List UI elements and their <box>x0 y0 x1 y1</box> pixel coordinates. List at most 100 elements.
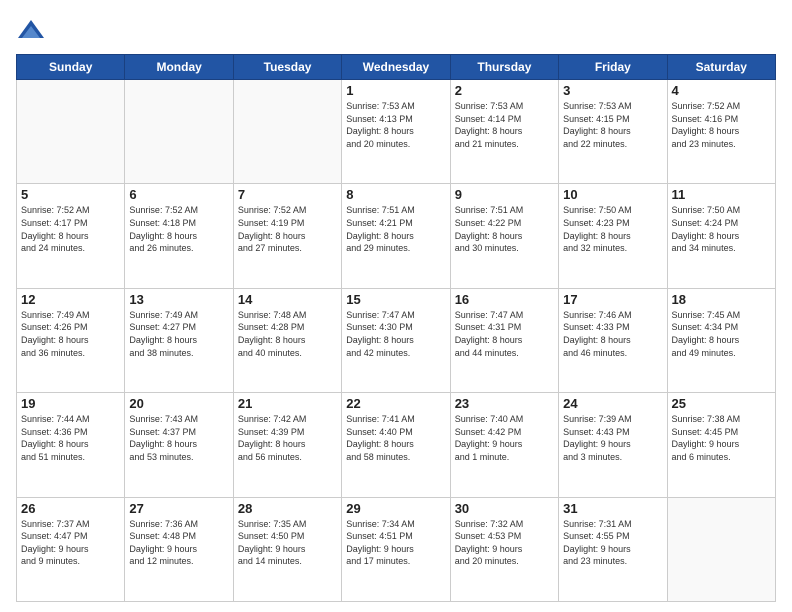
day-number: 17 <box>563 292 662 307</box>
calendar-cell: 27 Sunrise: 7:36 AM Sunset: 4:48 PM Dayli… <box>125 497 233 601</box>
day-number: 14 <box>238 292 337 307</box>
calendar-cell: 18Sunrise: 7:45 AM Sunset: 4:34 PM Dayli… <box>667 288 775 392</box>
calendar-cell: 21 Sunrise: 7:42 AM Sunset: 4:39 PM Dayli… <box>233 393 341 497</box>
day-number: 6 <box>129 187 228 202</box>
day-number: 22 <box>346 396 445 411</box>
calendar-cell <box>17 80 125 184</box>
day-number: 13 <box>129 292 228 307</box>
calendar-cell: 31 Sunrise: 7:31 AM Sunset: 4:55 PM Dayli… <box>559 497 667 601</box>
calendar-cell: 19 Sunrise: 7:44 AM Sunset: 4:36 PM Dayli… <box>17 393 125 497</box>
day-info: Sunrise: 7:51 AM Sunset: 4:22 PM Dayligh… <box>455 204 554 254</box>
day-info: Sunrise: 7:52 AM Sunset: 4:17 PM Dayligh… <box>21 204 120 254</box>
calendar-cell: 15 Sunrise: 7:47 AM Sunset: 4:30 PM Dayli… <box>342 288 450 392</box>
day-info: Sunrise: 7:53 AM Sunset: 4:15 PM Dayligh… <box>563 100 662 150</box>
day-number: 27 <box>129 501 228 516</box>
calendar-cell: 22Sunrise: 7:41 AM Sunset: 4:40 PM Dayli… <box>342 393 450 497</box>
day-info: Sunrise: 7:47 AM Sunset: 4:31 PM Dayligh… <box>455 309 554 359</box>
day-info: Sunrise: 7:52 AM Sunset: 4:19 PM Dayligh… <box>238 204 337 254</box>
day-number: 2 <box>455 83 554 98</box>
day-info: Sunrise: 7:53 AM Sunset: 4:14 PM Dayligh… <box>455 100 554 150</box>
calendar-cell: 16 Sunrise: 7:47 AM Sunset: 4:31 PM Dayli… <box>450 288 558 392</box>
calendar-week-row: 12 Sunrise: 7:49 AM Sunset: 4:26 PM Dayli… <box>17 288 776 392</box>
day-info: Sunrise: 7:31 AM Sunset: 4:55 PM Dayligh… <box>563 518 662 568</box>
day-number: 31 <box>563 501 662 516</box>
day-number: 16 <box>455 292 554 307</box>
page: SundayMondayTuesdayWednesdayThursdayFrid… <box>0 0 792 612</box>
weekday-header: Wednesday <box>342 55 450 80</box>
day-info: Sunrise: 7:36 AM Sunset: 4:48 PM Dayligh… <box>129 518 228 568</box>
day-number: 7 <box>238 187 337 202</box>
calendar-cell: 25 Sunrise: 7:38 AM Sunset: 4:45 PM Dayli… <box>667 393 775 497</box>
calendar-cell: 23 Sunrise: 7:40 AM Sunset: 4:42 PM Dayli… <box>450 393 558 497</box>
day-number: 29 <box>346 501 445 516</box>
day-number: 28 <box>238 501 337 516</box>
calendar-cell: 28 Sunrise: 7:35 AM Sunset: 4:50 PM Dayli… <box>233 497 341 601</box>
weekday-header: Saturday <box>667 55 775 80</box>
day-number: 1 <box>346 83 445 98</box>
calendar-cell: 12 Sunrise: 7:49 AM Sunset: 4:26 PM Dayli… <box>17 288 125 392</box>
day-number: 20 <box>129 396 228 411</box>
day-info: Sunrise: 7:42 AM Sunset: 4:39 PM Dayligh… <box>238 413 337 463</box>
calendar-cell: 30Sunrise: 7:32 AM Sunset: 4:53 PM Dayli… <box>450 497 558 601</box>
day-number: 15 <box>346 292 445 307</box>
day-info: Sunrise: 7:39 AM Sunset: 4:43 PM Dayligh… <box>563 413 662 463</box>
day-number: 9 <box>455 187 554 202</box>
calendar-cell: 4Sunrise: 7:52 AM Sunset: 4:16 PM Daylig… <box>667 80 775 184</box>
day-info: Sunrise: 7:53 AM Sunset: 4:13 PM Dayligh… <box>346 100 445 150</box>
day-info: Sunrise: 7:43 AM Sunset: 4:37 PM Dayligh… <box>129 413 228 463</box>
calendar-cell: 17 Sunrise: 7:46 AM Sunset: 4:33 PM Dayli… <box>559 288 667 392</box>
day-number: 25 <box>672 396 771 411</box>
weekday-header: Friday <box>559 55 667 80</box>
calendar-cell: 14 Sunrise: 7:48 AM Sunset: 4:28 PM Dayli… <box>233 288 341 392</box>
day-info: Sunrise: 7:44 AM Sunset: 4:36 PM Dayligh… <box>21 413 120 463</box>
calendar-cell: 9 Sunrise: 7:51 AM Sunset: 4:22 PM Daylig… <box>450 184 558 288</box>
day-number: 11 <box>672 187 771 202</box>
calendar-cell <box>233 80 341 184</box>
weekday-header: Tuesday <box>233 55 341 80</box>
day-info: Sunrise: 7:51 AM Sunset: 4:21 PM Dayligh… <box>346 204 445 254</box>
weekday-header: Monday <box>125 55 233 80</box>
day-info: Sunrise: 7:46 AM Sunset: 4:33 PM Dayligh… <box>563 309 662 359</box>
day-number: 19 <box>21 396 120 411</box>
calendar-cell: 29 Sunrise: 7:34 AM Sunset: 4:51 PM Dayli… <box>342 497 450 601</box>
day-number: 4 <box>672 83 771 98</box>
calendar-cell: 1 Sunrise: 7:53 AM Sunset: 4:13 PM Daylig… <box>342 80 450 184</box>
day-number: 12 <box>21 292 120 307</box>
calendar-cell: 11Sunrise: 7:50 AM Sunset: 4:24 PM Dayli… <box>667 184 775 288</box>
day-info: Sunrise: 7:52 AM Sunset: 4:18 PM Dayligh… <box>129 204 228 254</box>
day-info: Sunrise: 7:49 AM Sunset: 4:27 PM Dayligh… <box>129 309 228 359</box>
weekday-header-row: SundayMondayTuesdayWednesdayThursdayFrid… <box>17 55 776 80</box>
day-number: 24 <box>563 396 662 411</box>
day-number: 5 <box>21 187 120 202</box>
day-number: 18 <box>672 292 771 307</box>
day-info: Sunrise: 7:35 AM Sunset: 4:50 PM Dayligh… <box>238 518 337 568</box>
calendar-cell: 10 Sunrise: 7:50 AM Sunset: 4:23 PM Dayli… <box>559 184 667 288</box>
header <box>16 16 776 46</box>
logo <box>16 16 50 46</box>
calendar-cell: 20 Sunrise: 7:43 AM Sunset: 4:37 PM Dayli… <box>125 393 233 497</box>
calendar-cell: 3Sunrise: 7:53 AM Sunset: 4:15 PM Daylig… <box>559 80 667 184</box>
day-info: Sunrise: 7:40 AM Sunset: 4:42 PM Dayligh… <box>455 413 554 463</box>
calendar-cell: 24 Sunrise: 7:39 AM Sunset: 4:43 PM Dayli… <box>559 393 667 497</box>
day-info: Sunrise: 7:49 AM Sunset: 4:26 PM Dayligh… <box>21 309 120 359</box>
day-number: 26 <box>21 501 120 516</box>
calendar-week-row: 26Sunrise: 7:37 AM Sunset: 4:47 PM Dayli… <box>17 497 776 601</box>
calendar-cell <box>667 497 775 601</box>
day-number: 30 <box>455 501 554 516</box>
day-info: Sunrise: 7:47 AM Sunset: 4:30 PM Dayligh… <box>346 309 445 359</box>
calendar-week-row: 5 Sunrise: 7:52 AM Sunset: 4:17 PM Daylig… <box>17 184 776 288</box>
day-number: 10 <box>563 187 662 202</box>
day-number: 21 <box>238 396 337 411</box>
calendar-cell: 26Sunrise: 7:37 AM Sunset: 4:47 PM Dayli… <box>17 497 125 601</box>
day-info: Sunrise: 7:34 AM Sunset: 4:51 PM Dayligh… <box>346 518 445 568</box>
weekday-header: Sunday <box>17 55 125 80</box>
day-number: 23 <box>455 396 554 411</box>
day-number: 8 <box>346 187 445 202</box>
day-info: Sunrise: 7:48 AM Sunset: 4:28 PM Dayligh… <box>238 309 337 359</box>
calendar-cell: 2 Sunrise: 7:53 AM Sunset: 4:14 PM Daylig… <box>450 80 558 184</box>
day-info: Sunrise: 7:38 AM Sunset: 4:45 PM Dayligh… <box>672 413 771 463</box>
calendar-cell: 8 Sunrise: 7:51 AM Sunset: 4:21 PM Daylig… <box>342 184 450 288</box>
calendar-week-row: 19 Sunrise: 7:44 AM Sunset: 4:36 PM Dayli… <box>17 393 776 497</box>
logo-icon <box>16 16 46 46</box>
day-info: Sunrise: 7:50 AM Sunset: 4:23 PM Dayligh… <box>563 204 662 254</box>
